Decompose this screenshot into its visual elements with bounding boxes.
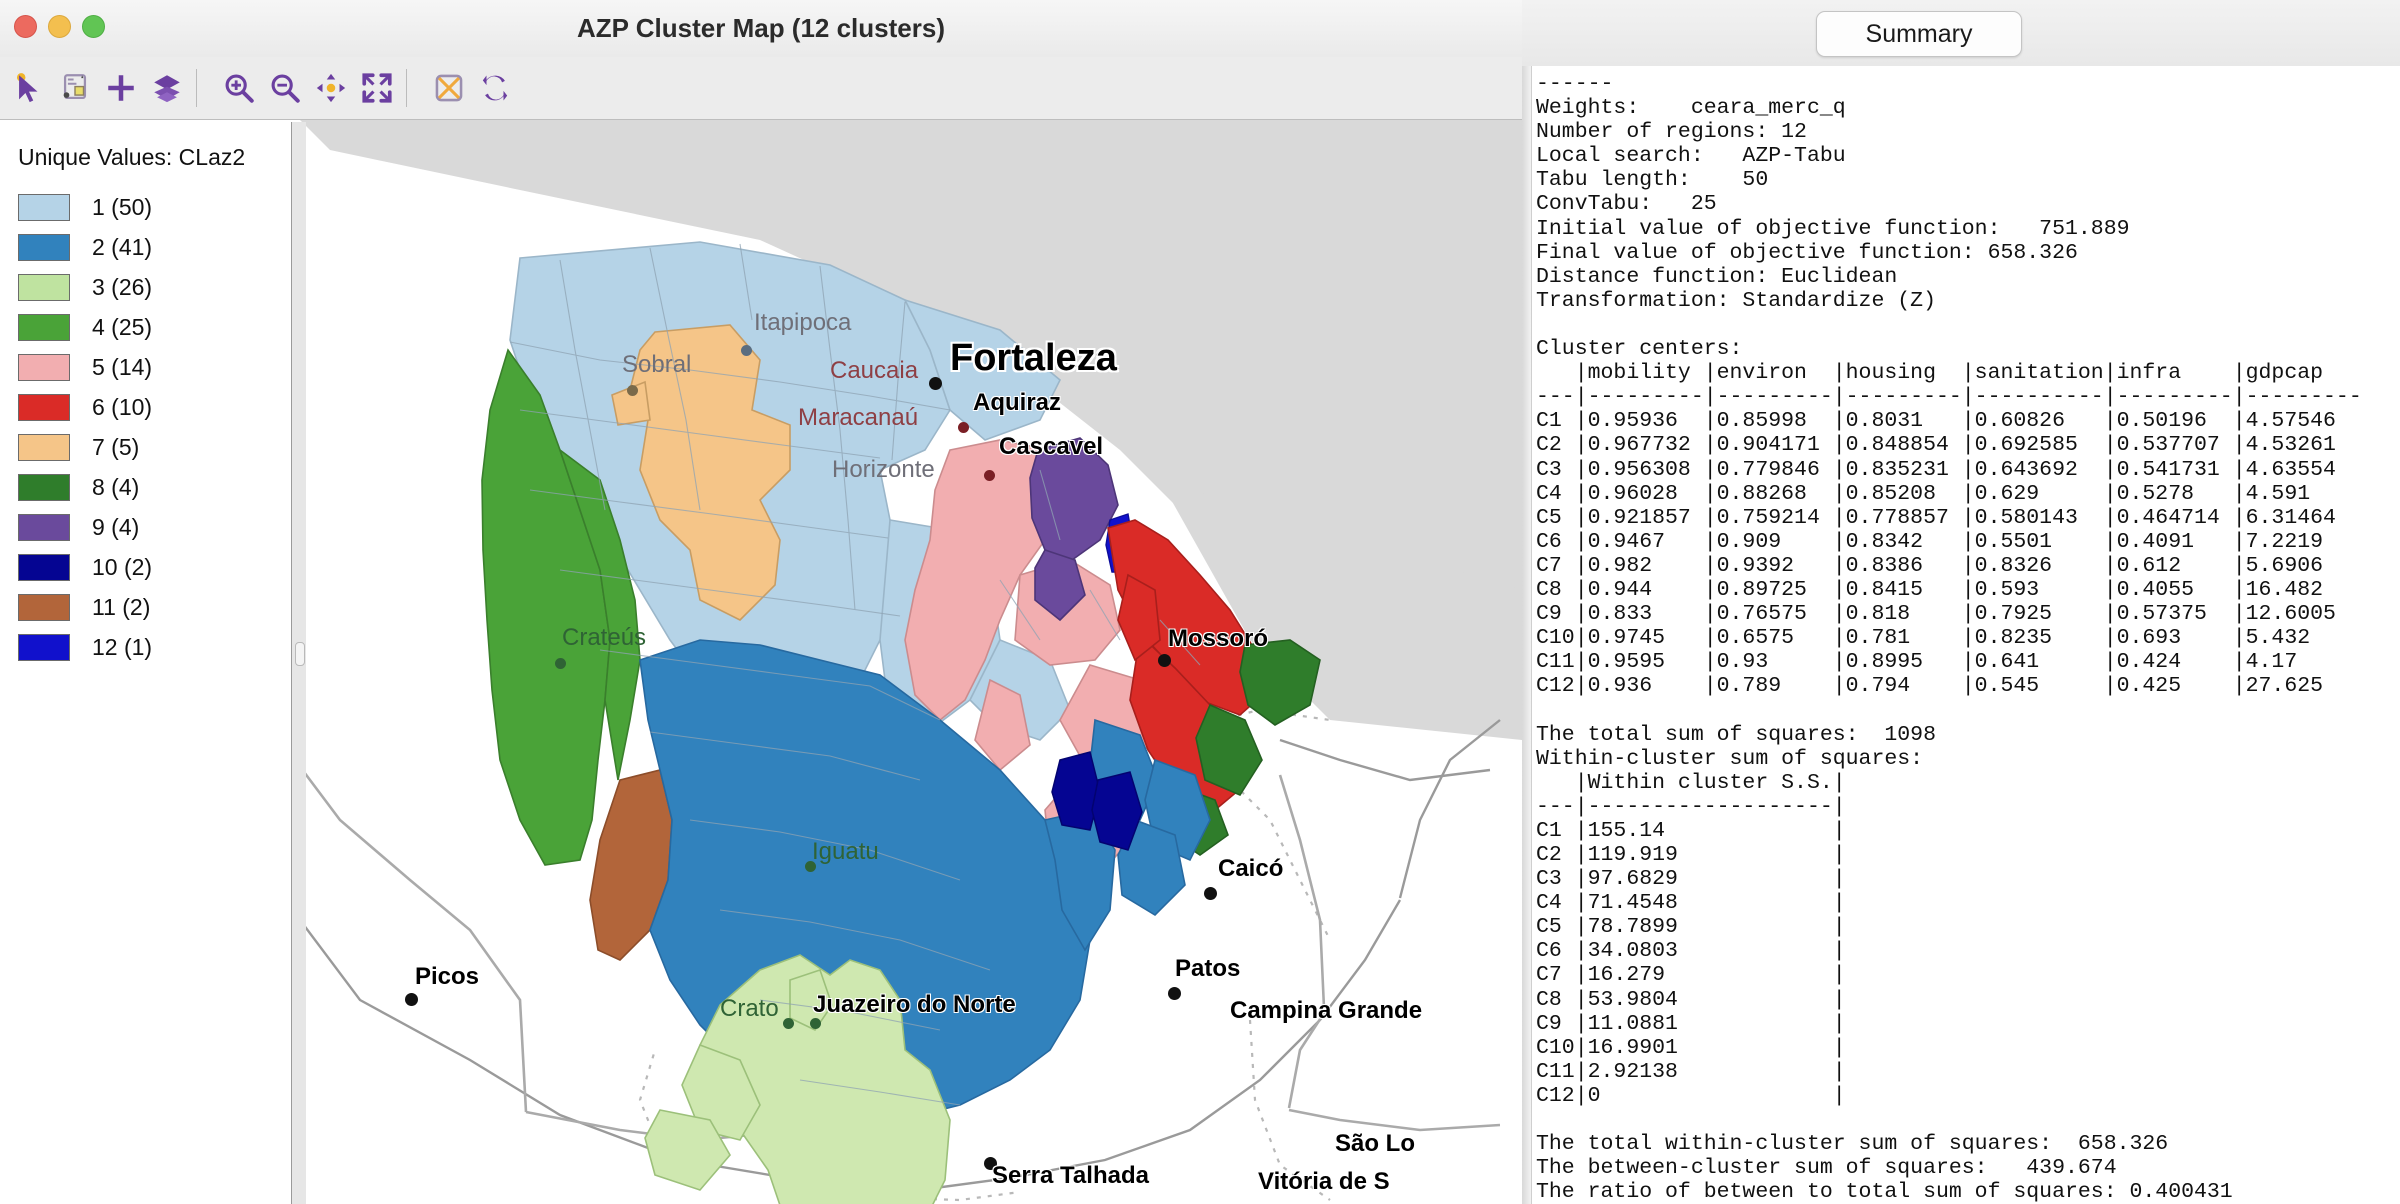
map-pattern-icon[interactable] bbox=[426, 65, 472, 111]
summary-tabbar: Summary bbox=[1522, 0, 2400, 67]
legend-swatch-11 bbox=[18, 593, 70, 621]
city-dot bbox=[810, 1018, 821, 1029]
legend-item-1[interactable]: 1 (50) bbox=[18, 187, 291, 227]
legend-item-11[interactable]: 11 (2) bbox=[18, 587, 291, 627]
legend-label-8: 8 (4) bbox=[92, 473, 140, 500]
summary-text: ------ Weights: ceara_merc_q Number of r… bbox=[1536, 72, 2362, 1204]
city-dot bbox=[1158, 654, 1171, 667]
legend-swatch-1 bbox=[18, 193, 70, 221]
legend-item-2[interactable]: 2 (41) bbox=[18, 227, 291, 267]
legend-item-10[interactable]: 10 (2) bbox=[18, 547, 291, 587]
summary-panel: Summary ------ Weights: ceara_merc_q Num… bbox=[1522, 0, 2400, 1204]
legend-item-4[interactable]: 4 (25) bbox=[18, 307, 291, 347]
legend-item-5[interactable]: 5 (14) bbox=[18, 347, 291, 387]
legend-swatch-6 bbox=[18, 393, 70, 421]
legend-swatch-7 bbox=[18, 433, 70, 461]
city-dot bbox=[405, 993, 418, 1006]
city-dot bbox=[984, 470, 995, 481]
legend-label-4: 4 (25) bbox=[92, 313, 153, 340]
pan-icon[interactable] bbox=[308, 65, 354, 111]
legend-swatch-4 bbox=[18, 313, 70, 341]
legend-label-11: 11 (2) bbox=[92, 593, 151, 620]
legend-item-9[interactable]: 9 (4) bbox=[18, 507, 291, 547]
legend-label-2: 2 (41) bbox=[92, 233, 153, 260]
toolbar-divider-2 bbox=[406, 69, 407, 107]
legend-title: Unique Values: CLaz2 bbox=[18, 144, 246, 170]
legend-swatch-12 bbox=[18, 633, 70, 661]
city-dot bbox=[555, 658, 566, 669]
city-dot bbox=[627, 385, 638, 396]
legend-label-7: 7 (5) bbox=[92, 433, 140, 460]
city-dot bbox=[783, 1018, 794, 1029]
legend-swatch-3 bbox=[18, 273, 70, 301]
legend-swatch-2 bbox=[18, 233, 70, 261]
legend-swatch-8 bbox=[18, 473, 70, 501]
tab-summary[interactable]: Summary bbox=[1816, 11, 2022, 57]
splitter-knob[interactable] bbox=[295, 642, 305, 666]
zoom-out-icon[interactable] bbox=[262, 65, 308, 111]
app-root: AZP Cluster Map (12 clusters) Itapipoca … bbox=[0, 0, 2400, 1204]
refresh-icon[interactable] bbox=[472, 65, 518, 111]
legend-swatch-10 bbox=[18, 553, 70, 581]
select-shape-icon[interactable] bbox=[52, 65, 98, 111]
layers-icon[interactable] bbox=[144, 65, 190, 111]
toolbar-divider bbox=[196, 69, 197, 107]
legend-item-8[interactable]: 8 (4) bbox=[18, 467, 291, 507]
legend-label-3: 3 (26) bbox=[92, 273, 153, 300]
legend-items: 1 (50) 2 (41) 3 (26) 4 (25) 5 (14) 6 (10) 7 (5… bbox=[18, 187, 291, 667]
summary-body[interactable]: ------ Weights: ceara_merc_q Number of r… bbox=[1522, 66, 2400, 1204]
city-dot bbox=[805, 861, 816, 872]
city-dot bbox=[1168, 987, 1181, 1000]
legend-label-12: 12 (1) bbox=[92, 633, 153, 660]
legend-label-9: 9 (4) bbox=[92, 513, 140, 540]
legend-item-3[interactable]: 3 (26) bbox=[18, 267, 291, 307]
legend-swatch-9 bbox=[18, 513, 70, 541]
city-dot bbox=[929, 377, 942, 390]
legend-item-12[interactable]: 12 (1) bbox=[18, 627, 291, 667]
crosshair-icon[interactable] bbox=[98, 65, 144, 111]
fit-extent-icon[interactable] bbox=[354, 65, 400, 111]
select-pointer-icon[interactable] bbox=[6, 65, 52, 111]
city-dot bbox=[1204, 887, 1217, 900]
legend-label-10: 10 (2) bbox=[92, 553, 153, 580]
city-dot bbox=[984, 1157, 997, 1170]
map-window: AZP Cluster Map (12 clusters) Itapipoca … bbox=[0, 0, 1522, 1204]
legend-item-7[interactable]: 7 (5) bbox=[18, 427, 291, 467]
legend-item-6[interactable]: 6 (10) bbox=[18, 387, 291, 427]
city-dot bbox=[741, 345, 752, 356]
legend-label-5: 5 (14) bbox=[92, 353, 153, 380]
legend-panel: Unique Values: CLaz2 1 (50) 2 (41) 3 (26) 4… bbox=[0, 122, 292, 1204]
panel-splitter[interactable] bbox=[292, 122, 306, 1204]
window-title: AZP Cluster Map (12 clusters) bbox=[577, 13, 945, 43]
legend-label-6: 6 (10) bbox=[92, 393, 153, 420]
legend-label-1: 1 (50) bbox=[92, 193, 153, 220]
map-toolbar bbox=[0, 57, 1522, 120]
legend-swatch-5 bbox=[18, 353, 70, 381]
city-dot bbox=[958, 422, 969, 433]
summary-scrollbar[interactable] bbox=[1522, 66, 1532, 1204]
zoom-in-icon[interactable] bbox=[216, 65, 262, 111]
window-titlebar: AZP Cluster Map (12 clusters) bbox=[0, 0, 1522, 58]
